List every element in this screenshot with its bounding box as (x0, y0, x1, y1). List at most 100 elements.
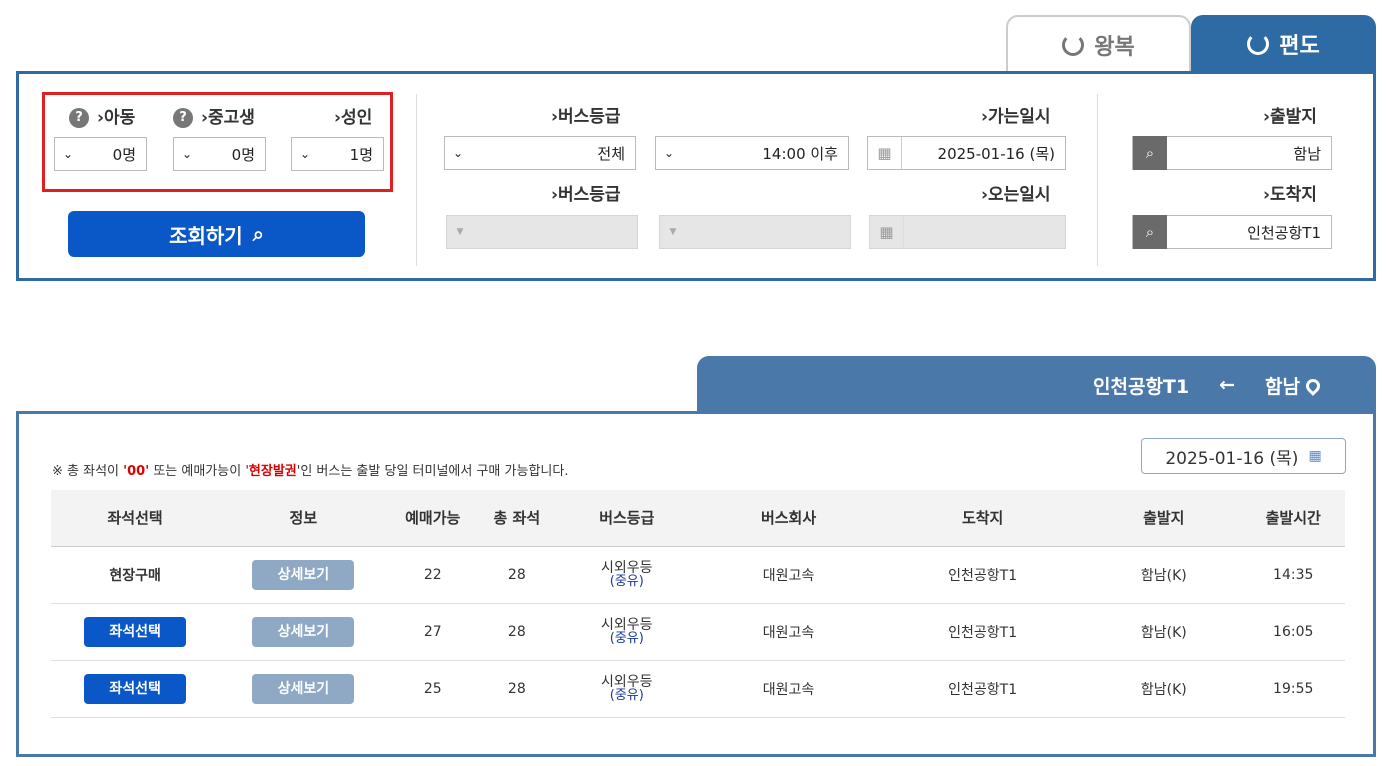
arrival-value: 인천공항T1 (1247, 223, 1321, 242)
teen-count-select[interactable]: ⌄ 0명 (173, 137, 266, 171)
divider (1097, 94, 1098, 266)
return-time-select: ▼ (659, 215, 851, 249)
chevron-down-icon: ⌄ (663, 146, 675, 160)
notice-text: ※ 총 좌석이 '00' 또는 예매가능이 '현장발권'인 버스는 출발 당일 … (52, 464, 569, 479)
calendar-icon: ▦ (870, 216, 904, 248)
adult-count-select[interactable]: ⌄ 1명 (291, 137, 384, 171)
cell-arrival: 인천공항T1 (879, 546, 1087, 604)
depart-date-value: 2025-01-16 (목) (937, 144, 1055, 163)
cell-time: 14:35 (1241, 546, 1345, 604)
cell-available: 27 (387, 603, 479, 661)
col-bus-company: 버스회사 (697, 490, 880, 547)
cell-company: 대원고속 (697, 603, 880, 661)
location-pin-icon (1303, 375, 1323, 396)
child-count-select[interactable]: ⌄ 0명 (54, 137, 147, 171)
route-to: 인천공항T1 (1093, 375, 1190, 398)
cell-grade: 시외우등 (중유) (555, 546, 698, 604)
cell-time: 16:05 (1241, 603, 1345, 661)
departure-label: ›출발지 (1263, 107, 1317, 127)
tab-oneway-label: 편도 (1279, 34, 1320, 59)
cell-available: 22 (387, 546, 479, 604)
table-row: 좌석선택 상세보기 25 28 시외우등 (중유) 대원고속 인천공항T1 함남(… (51, 660, 1345, 718)
search-icon: ⌕ (252, 222, 264, 246)
cell-arrival: 인천공항T1 (879, 660, 1087, 718)
departure-value: 함남 (1293, 144, 1321, 163)
table-header-row: 좌석선택 정보 예매가능 총 좌석 버스등급 버스회사 도착지 출발지 출발시간 (51, 490, 1345, 547)
calendar-icon: ▦ (1308, 448, 1322, 464)
help-icon[interactable]: ? (173, 108, 193, 128)
calendar-icon[interactable]: ▦ (868, 137, 902, 169)
table-row: 현장구매 상세보기 22 28 시외우등 (중유) 대원고속 인천공항T1 함남(… (51, 546, 1345, 604)
teen-label: ? ›중고생 (173, 103, 255, 128)
arrival-label: ›도착지 (1263, 185, 1317, 205)
return-grade-label: ›버스등급 (551, 185, 621, 205)
tab-round-trip[interactable]: 왕복 (1006, 15, 1191, 73)
teen-count-value: 0명 (231, 145, 255, 164)
depart-datetime-label: ›가는일시 (981, 107, 1051, 127)
tab-one-way[interactable]: 편도 (1191, 15, 1376, 73)
arrival-field[interactable]: ⌕ 인천공항T1 (1132, 215, 1332, 249)
depart-time-value: 14:00 이후 (762, 144, 838, 163)
cell-company: 대원고속 (697, 660, 880, 718)
col-departure: 출발지 (1086, 490, 1242, 547)
col-depart-time: 출발시간 (1241, 490, 1345, 547)
cell-total: 28 (478, 603, 556, 661)
adult-count-value: 1명 (349, 145, 373, 164)
cell-total: 28 (478, 546, 556, 604)
seat-select-button[interactable]: 좌석선택 (84, 616, 187, 647)
route-header: 인천공항T1 ← 함남 (697, 356, 1376, 414)
search-icon[interactable]: ⌕ (1133, 215, 1167, 249)
cell-total: 28 (478, 660, 556, 718)
cell-available: 25 (387, 660, 479, 718)
chevron-down-icon: ⌄ (62, 147, 74, 161)
child-count-value: 0명 (112, 145, 136, 164)
col-total-seats: 총 좌석 (478, 490, 556, 547)
search-icon[interactable]: ⌕ (1133, 136, 1167, 170)
col-seat-select: 좌석선택 (51, 490, 220, 547)
adult-label: ›성인 (334, 108, 373, 128)
cell-grade: 시외우등 (중유) (555, 603, 698, 661)
departure-field[interactable]: ⌕ 함남 (1132, 136, 1332, 170)
depart-grade-label: ›버스등급 (551, 107, 621, 127)
chevron-down-icon: ⌄ (181, 147, 193, 161)
cell-departure: 함남(K) (1086, 660, 1242, 718)
search-button-label: 조회하기 (169, 223, 243, 248)
results-date-badge[interactable]: 2025-01-16 (목) ▦ (1141, 438, 1346, 474)
arrow-left-icon: ← (1219, 374, 1236, 396)
return-datetime-label: ›오는일시 (981, 185, 1051, 205)
detail-button[interactable]: 상세보기 (252, 616, 355, 647)
col-available: 예매가능 (387, 490, 479, 547)
col-arrival: 도착지 (879, 490, 1087, 547)
chevron-down-icon: ⌄ (452, 146, 464, 160)
chevron-down-icon: ⌄ (299, 147, 311, 161)
search-button[interactable]: 조회하기 ⌕ (68, 211, 365, 257)
col-bus-grade: 버스등급 (555, 490, 698, 547)
results-date: 2025-01-16 (목) (1165, 448, 1299, 469)
detail-button[interactable]: 상세보기 (252, 673, 355, 704)
cell-company: 대원고속 (697, 546, 880, 604)
detail-button[interactable]: 상세보기 (252, 559, 355, 590)
chevron-down-icon: ▼ (669, 227, 677, 237)
chevron-down-icon: ▼ (456, 227, 464, 237)
depart-date-field[interactable]: ▦ 2025-01-16 (목) (867, 136, 1066, 170)
route-from: 함남 (1265, 375, 1300, 398)
passenger-selector: ›성인 ? ›중고생 ? ›아동 ⌄ 1명 ⌄ 0명 ⌄ 0명 (42, 92, 393, 192)
results-table: 좌석선택 정보 예매가능 총 좌석 버스등급 버스회사 도착지 출발지 출발시간… (51, 490, 1345, 718)
depart-grade-value: 전체 (597, 144, 625, 163)
refresh-icon (1247, 33, 1270, 55)
depart-time-select[interactable]: ⌄ 14:00 이후 (655, 136, 849, 170)
cell-arrival: 인천공항T1 (879, 603, 1087, 661)
cell-grade: 시외우등 (중유) (555, 660, 698, 718)
seat-select-button[interactable]: 좌석선택 (84, 673, 187, 704)
cell-time: 19:55 (1241, 660, 1345, 718)
return-date-field: ▦ (869, 215, 1066, 249)
return-grade-select: ▼ (446, 215, 638, 249)
depart-grade-select[interactable]: ⌄ 전체 (444, 136, 636, 170)
route-from-group: 함남 (1265, 372, 1323, 399)
cell-departure: 함남(K) (1086, 603, 1242, 661)
refresh-icon (1062, 34, 1085, 56)
col-info: 정보 (219, 490, 388, 547)
cell-departure: 함남(K) (1086, 546, 1242, 604)
child-label: ? ›아동 (69, 103, 135, 128)
help-icon[interactable]: ? (69, 108, 89, 128)
